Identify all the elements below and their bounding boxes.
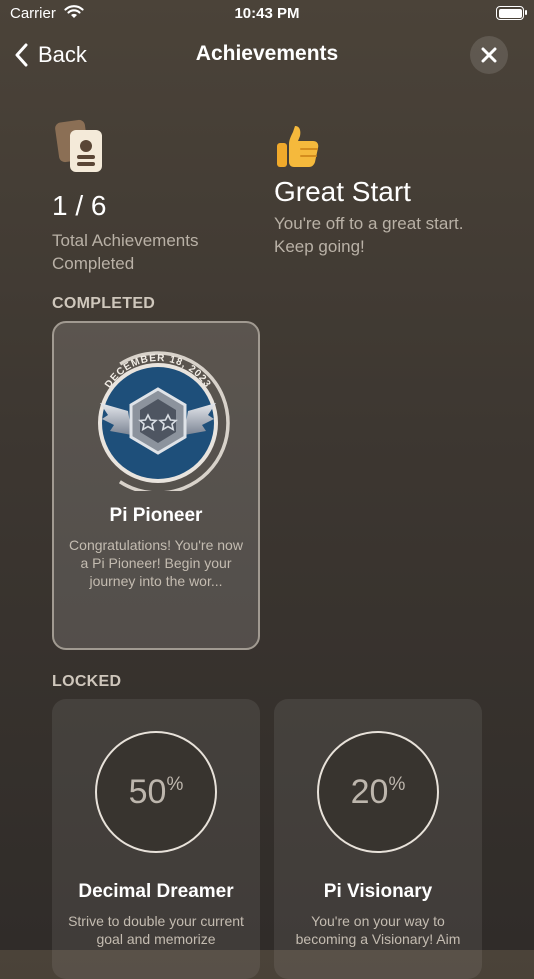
close-button[interactable] (470, 36, 508, 74)
thumbs-up-icon (277, 126, 319, 167)
level-description: You're off to a great start. Keep going! (274, 214, 464, 256)
achievement-count: 1 / 6 (52, 190, 107, 221)
progress-ring: 20% (317, 731, 439, 853)
progress-value: 50% (128, 772, 184, 811)
achievement-badge: DECEMBER 18, 2023 (86, 351, 230, 491)
status-bar: Carrier 10:43 PM (0, 0, 534, 28)
status-time: 10:43 PM (234, 5, 300, 22)
achievement-title: Decimal Dreamer (78, 881, 234, 902)
battery-icon (496, 6, 527, 20)
progress-ring: 50% (95, 731, 217, 853)
achievement-card-pi-pioneer[interactable]: DECEMBER 18, 2023 Pi Pioneer Congratulat… (52, 321, 260, 650)
id-cards-icon (55, 119, 102, 172)
achievement-card-pi-visionary[interactable]: 20% Pi Visionary You're on your way to b… (274, 699, 482, 979)
achievement-description: Strive to double your current goal and m… (68, 913, 244, 947)
section-header-locked: LOCKED (52, 673, 122, 690)
level-title: Great Start (274, 176, 411, 207)
progress-value: 20% (350, 772, 406, 811)
achievement-title: Pi Visionary (323, 881, 433, 902)
page-title: Achievements (195, 42, 339, 65)
achievement-count-label: Total Achievements Completed (52, 231, 199, 273)
achievement-card-decimal-dreamer[interactable]: 50% Decimal Dreamer Strive to double you… (52, 699, 260, 979)
achievement-title: Pi Pioneer (109, 505, 203, 526)
achievement-description: You're on your way to becoming a Visiona… (295, 913, 461, 947)
close-icon (481, 47, 497, 63)
achievement-description: Congratulations! You're now a Pi Pioneer… (69, 537, 243, 589)
section-header-completed: COMPLETED (52, 295, 156, 312)
